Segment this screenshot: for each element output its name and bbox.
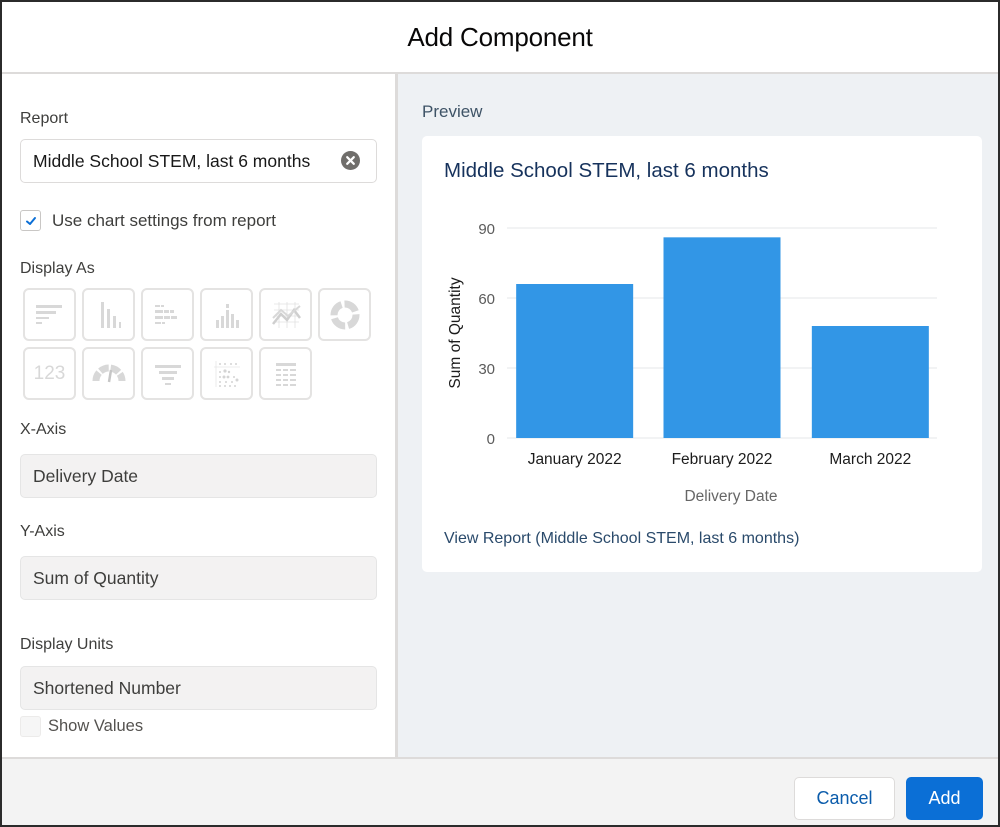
modal-header: Add Component bbox=[2, 2, 998, 74]
display-as-metric[interactable]: 123 bbox=[23, 347, 76, 400]
y-tick-label: 60 bbox=[478, 291, 495, 308]
x-axis-label: X-Axis bbox=[20, 421, 67, 438]
show-values-label: Show Values bbox=[48, 717, 144, 735]
display-as-table[interactable] bbox=[259, 347, 312, 400]
settings-panel: Report Middle School STEM, last 6 months… bbox=[2, 74, 398, 757]
show-values-checkbox[interactable] bbox=[20, 716, 41, 737]
horizontal-bar-icon bbox=[35, 304, 62, 324]
scatter-icon bbox=[213, 360, 240, 387]
gauge-icon bbox=[92, 364, 125, 382]
use-chart-settings-checkbox[interactable] bbox=[20, 210, 41, 231]
preview-card-title: Middle School STEM, last 6 months bbox=[444, 159, 769, 182]
y-tick-label: 90 bbox=[478, 221, 495, 238]
report-label: Report bbox=[20, 110, 69, 127]
stacked-vertical-bar-icon bbox=[215, 303, 239, 328]
use-chart-settings-label: Use chart settings from report bbox=[52, 210, 276, 230]
y-axis-title: Sum of Quantity bbox=[447, 277, 464, 388]
display-units-field[interactable]: Shortened Number bbox=[20, 666, 377, 710]
display-units-value: Shortened Number bbox=[33, 677, 181, 698]
preview-card: Middle School STEM, last 6 months 0 30 60 9… bbox=[422, 136, 982, 572]
display-as-donut[interactable] bbox=[318, 288, 371, 341]
show-values-row[interactable]: Show Values bbox=[20, 716, 143, 737]
add-button[interactable]: Add bbox=[906, 777, 983, 820]
y-axis-value: Sum of Quantity bbox=[33, 567, 159, 588]
display-as-funnel[interactable] bbox=[141, 347, 194, 400]
x-axis-field[interactable]: Delivery Date bbox=[20, 454, 377, 498]
preview-label: Preview bbox=[422, 102, 483, 121]
add-component-modal: Add Component Report Middle School STEM,… bbox=[0, 0, 1000, 827]
y-axis-field[interactable]: Sum of Quantity bbox=[20, 556, 377, 600]
table-icon bbox=[275, 362, 296, 386]
view-report-link[interactable]: View Report (Middle School STEM, last 6 … bbox=[444, 530, 799, 548]
display-as-gauge[interactable] bbox=[82, 347, 135, 400]
bar bbox=[516, 284, 634, 438]
preview-panel: Preview Middle School STEM, last 6 month… bbox=[398, 74, 998, 757]
vertical-bar-icon bbox=[100, 301, 121, 328]
display-units-label: Display Units bbox=[20, 636, 114, 653]
bar bbox=[663, 237, 781, 438]
modal-title: Add Component bbox=[407, 21, 593, 52]
display-as-stacked-horizontal-bar[interactable] bbox=[141, 288, 194, 341]
line-chart-icon bbox=[271, 301, 301, 328]
display-as-stacked-vertical-bar[interactable] bbox=[200, 288, 253, 341]
use-chart-settings-row[interactable]: Use chart settings from report bbox=[20, 210, 276, 231]
clear-icon[interactable] bbox=[341, 151, 360, 170]
funnel-icon bbox=[154, 364, 181, 385]
metric-123-icon: 123 bbox=[33, 362, 66, 384]
bar bbox=[811, 326, 929, 438]
x-tick-label: February 2022 bbox=[672, 451, 773, 468]
display-as-line[interactable] bbox=[259, 288, 312, 341]
bar-chart: 0 30 60 90 January 2022 February 2022 March 20… bbox=[447, 221, 937, 505]
display-as-label: Display As bbox=[20, 260, 95, 277]
report-value: Middle School STEM, last 6 months bbox=[33, 150, 311, 171]
display-as-vertical-bar[interactable] bbox=[82, 288, 135, 341]
stacked-horizontal-bar-icon bbox=[154, 304, 177, 324]
y-tick-label: 30 bbox=[478, 361, 495, 378]
display-as-horizontal-bar[interactable] bbox=[23, 288, 76, 341]
donut-icon bbox=[330, 300, 359, 329]
x-axis-value: Delivery Date bbox=[33, 465, 139, 486]
report-lookup-input[interactable]: Middle School STEM, last 6 months bbox=[20, 139, 377, 183]
modal-footer: Cancel Add bbox=[2, 757, 998, 825]
display-as-scatter[interactable] bbox=[200, 347, 253, 400]
cancel-button[interactable]: Cancel bbox=[794, 777, 895, 820]
x-tick-label: March 2022 bbox=[829, 451, 911, 468]
y-axis-label: Y-Axis bbox=[20, 523, 65, 540]
checkmark-icon bbox=[25, 216, 36, 225]
x-tick-label: January 2022 bbox=[528, 451, 622, 468]
x-axis-title: Delivery Date bbox=[684, 488, 777, 505]
y-tick-label: 0 bbox=[487, 431, 495, 448]
